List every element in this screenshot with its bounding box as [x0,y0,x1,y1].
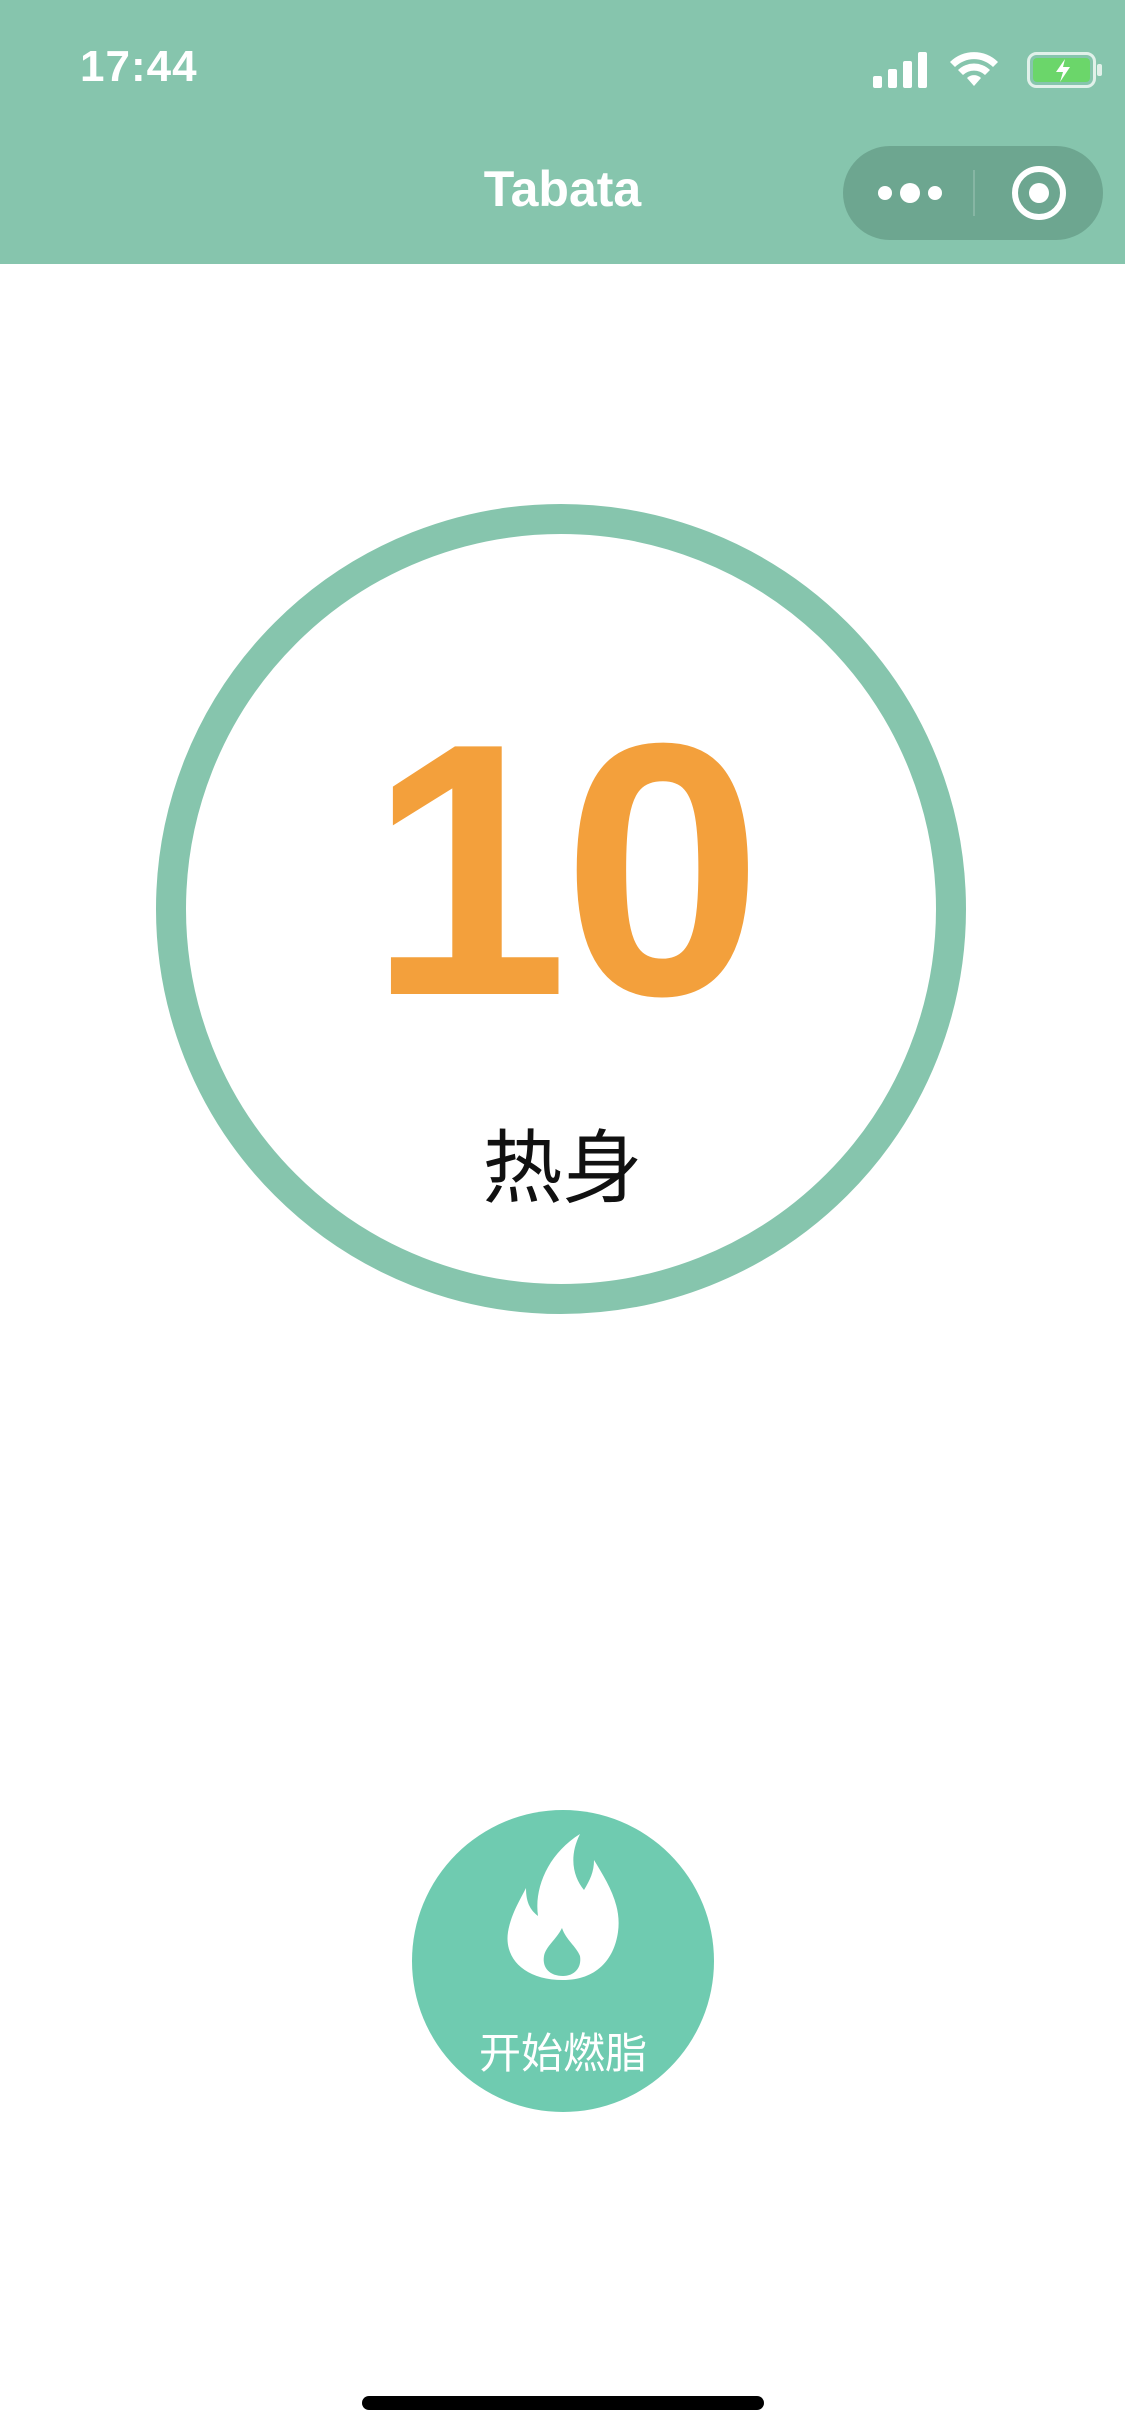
more-icon [878,183,942,203]
close-button[interactable] [975,146,1103,240]
timer-countdown: 10 [368,669,762,1071]
wifi-icon [950,52,998,86]
start-fat-burn-button[interactable]: 开始燃脂 [412,1810,714,2112]
more-button[interactable] [843,146,973,240]
home-indicator [362,2396,764,2410]
header-bar: 17:44 Tabata [0,0,1125,264]
phase-label: 热身 [482,1122,643,1215]
signal-icon [873,52,927,88]
mini-program-capsule [843,146,1103,240]
battery-charging-icon [1027,52,1102,88]
status-time: 17:44 [80,42,198,91]
close-circle-icon [1012,166,1066,220]
flame-icon [507,1834,619,1980]
start-button-label: 开始燃脂 [478,2029,647,2078]
